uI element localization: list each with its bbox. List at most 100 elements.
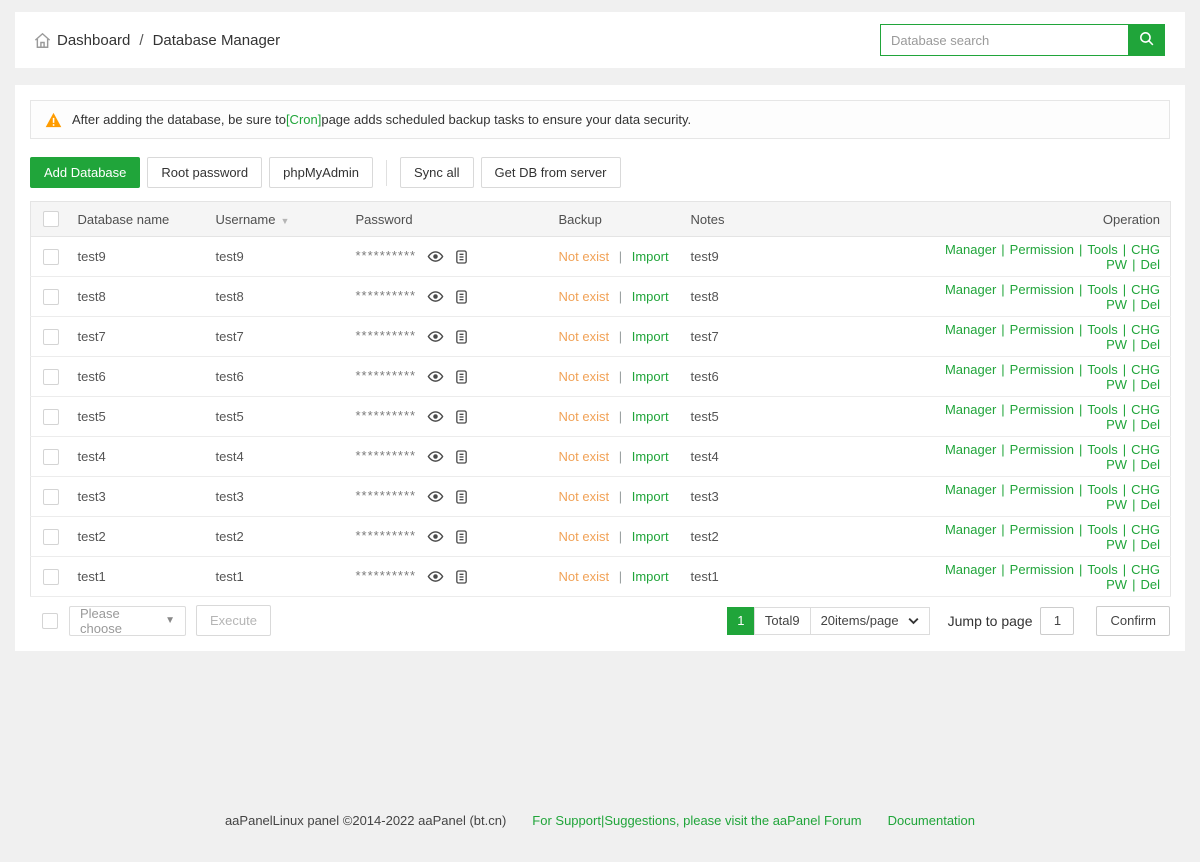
copy-password-icon[interactable] bbox=[454, 489, 469, 505]
copy-password-icon[interactable] bbox=[454, 569, 469, 585]
cron-link[interactable]: [Cron] bbox=[286, 112, 321, 127]
tools-link[interactable]: Tools bbox=[1087, 322, 1117, 337]
row-checkbox[interactable] bbox=[43, 249, 59, 265]
row-checkbox[interactable] bbox=[43, 369, 59, 385]
row-checkbox[interactable] bbox=[43, 529, 59, 545]
forum-link[interactable]: For Support|Suggestions, please visit th… bbox=[532, 813, 861, 828]
delete-link[interactable]: Del bbox=[1140, 337, 1160, 352]
import-link[interactable]: Import bbox=[632, 249, 669, 264]
show-password-icon[interactable] bbox=[427, 568, 444, 585]
operation-cell: Manager|Permission|Tools|CHG PW|Del bbox=[891, 237, 1171, 277]
show-password-icon[interactable] bbox=[427, 288, 444, 305]
get-db-from-server-button[interactable]: Get DB from server bbox=[481, 157, 621, 188]
import-link[interactable]: Import bbox=[632, 449, 669, 464]
phpmyadmin-button[interactable]: phpMyAdmin bbox=[269, 157, 373, 188]
permission-link[interactable]: Permission bbox=[1010, 522, 1074, 537]
manager-link[interactable]: Manager bbox=[945, 322, 996, 337]
show-password-icon[interactable] bbox=[427, 328, 444, 345]
row-checkbox[interactable] bbox=[43, 569, 59, 585]
import-link[interactable]: Import bbox=[632, 529, 669, 544]
row-checkbox[interactable] bbox=[43, 409, 59, 425]
row-checkbox[interactable] bbox=[43, 329, 59, 345]
delete-link[interactable]: Del bbox=[1140, 577, 1160, 592]
copy-password-icon[interactable] bbox=[454, 289, 469, 305]
delete-link[interactable]: Del bbox=[1140, 497, 1160, 512]
operation-separator: | bbox=[1079, 322, 1082, 337]
show-password-icon[interactable] bbox=[427, 448, 444, 465]
operation-separator: | bbox=[1079, 482, 1082, 497]
manager-link[interactable]: Manager bbox=[945, 562, 996, 577]
manager-link[interactable]: Manager bbox=[945, 362, 996, 377]
manager-link[interactable]: Manager bbox=[945, 442, 996, 457]
tools-link[interactable]: Tools bbox=[1087, 522, 1117, 537]
confirm-button[interactable]: Confirm bbox=[1096, 606, 1170, 636]
home-icon[interactable] bbox=[33, 31, 52, 50]
tools-link[interactable]: Tools bbox=[1087, 562, 1117, 577]
tools-link[interactable]: Tools bbox=[1087, 242, 1117, 257]
permission-link[interactable]: Permission bbox=[1010, 362, 1074, 377]
delete-link[interactable]: Del bbox=[1140, 377, 1160, 392]
header-username[interactable]: Username▼ bbox=[204, 202, 344, 237]
permission-link[interactable]: Permission bbox=[1010, 322, 1074, 337]
row-checkbox[interactable] bbox=[43, 449, 59, 465]
select-all-checkbox[interactable] bbox=[43, 211, 59, 227]
search-button[interactable] bbox=[1128, 24, 1165, 56]
add-database-button[interactable]: Add Database bbox=[30, 157, 140, 188]
manager-link[interactable]: Manager bbox=[945, 402, 996, 417]
row-checkbox[interactable] bbox=[43, 289, 59, 305]
batch-select-checkbox[interactable] bbox=[42, 613, 58, 629]
documentation-link[interactable]: Documentation bbox=[888, 813, 975, 828]
execute-button[interactable]: Execute bbox=[196, 605, 271, 636]
row-checkbox[interactable] bbox=[43, 489, 59, 505]
permission-link[interactable]: Permission bbox=[1010, 282, 1074, 297]
operation-separator: | bbox=[1132, 377, 1135, 392]
permission-link[interactable]: Permission bbox=[1010, 242, 1074, 257]
copy-password-icon[interactable] bbox=[454, 249, 469, 265]
manager-link[interactable]: Manager bbox=[945, 242, 996, 257]
copy-password-icon[interactable] bbox=[454, 529, 469, 545]
permission-link[interactable]: Permission bbox=[1010, 402, 1074, 417]
copy-password-icon[interactable] bbox=[454, 369, 469, 385]
batch-action-select[interactable]: Please choose ▼ bbox=[69, 606, 186, 636]
import-link[interactable]: Import bbox=[632, 409, 669, 424]
show-password-icon[interactable] bbox=[427, 528, 444, 545]
database-manager-panel: After adding the database, be sure to [C… bbox=[15, 85, 1185, 651]
import-link[interactable]: Import bbox=[632, 569, 669, 584]
tools-link[interactable]: Tools bbox=[1087, 282, 1117, 297]
import-link[interactable]: Import bbox=[632, 329, 669, 344]
breadcrumb-dashboard[interactable]: Dashboard bbox=[57, 32, 130, 49]
import-link[interactable]: Import bbox=[632, 489, 669, 504]
items-per-page-select[interactable]: 20items/page bbox=[810, 607, 930, 635]
sync-all-button[interactable]: Sync all bbox=[400, 157, 474, 188]
tools-link[interactable]: Tools bbox=[1087, 402, 1117, 417]
manager-link[interactable]: Manager bbox=[945, 282, 996, 297]
delete-link[interactable]: Del bbox=[1140, 257, 1160, 272]
show-password-icon[interactable] bbox=[427, 248, 444, 265]
tools-link[interactable]: Tools bbox=[1087, 362, 1117, 377]
copy-password-icon[interactable] bbox=[454, 329, 469, 345]
import-link[interactable]: Import bbox=[632, 369, 669, 384]
username-cell: test8 bbox=[204, 277, 344, 317]
copy-password-icon[interactable] bbox=[454, 409, 469, 425]
tools-link[interactable]: Tools bbox=[1087, 482, 1117, 497]
jump-to-page-input[interactable] bbox=[1040, 607, 1074, 635]
import-link[interactable]: Import bbox=[632, 289, 669, 304]
search-input[interactable] bbox=[880, 24, 1128, 56]
operation-separator: | bbox=[1132, 417, 1135, 432]
show-password-icon[interactable] bbox=[427, 488, 444, 505]
delete-link[interactable]: Del bbox=[1140, 537, 1160, 552]
manager-link[interactable]: Manager bbox=[945, 522, 996, 537]
tools-link[interactable]: Tools bbox=[1087, 442, 1117, 457]
delete-link[interactable]: Del bbox=[1140, 297, 1160, 312]
permission-link[interactable]: Permission bbox=[1010, 562, 1074, 577]
root-password-button[interactable]: Root password bbox=[147, 157, 262, 188]
show-password-icon[interactable] bbox=[427, 368, 444, 385]
page-1-button[interactable]: 1 bbox=[727, 607, 755, 635]
manager-link[interactable]: Manager bbox=[945, 482, 996, 497]
delete-link[interactable]: Del bbox=[1140, 457, 1160, 472]
show-password-icon[interactable] bbox=[427, 408, 444, 425]
copy-password-icon[interactable] bbox=[454, 449, 469, 465]
delete-link[interactable]: Del bbox=[1140, 417, 1160, 432]
permission-link[interactable]: Permission bbox=[1010, 482, 1074, 497]
permission-link[interactable]: Permission bbox=[1010, 442, 1074, 457]
